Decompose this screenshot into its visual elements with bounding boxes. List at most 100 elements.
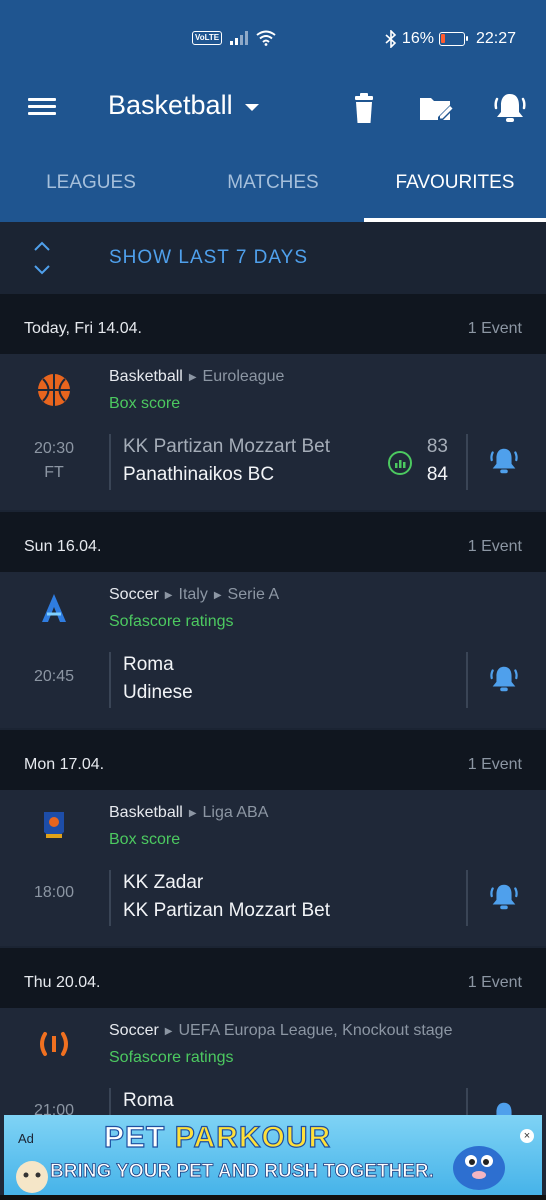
- sport-label: Soccer: [109, 586, 159, 603]
- tab-matches[interactable]: MATCHES: [182, 156, 364, 222]
- match-status: FT: [44, 464, 64, 481]
- bell-icon[interactable]: [487, 444, 521, 478]
- divider: [466, 870, 468, 926]
- battery-icon: [438, 32, 468, 46]
- date-label: Today, Fri 14.04.: [24, 320, 142, 337]
- event-count: 1 Event: [467, 538, 522, 555]
- bell-icon[interactable]: [487, 880, 521, 914]
- breadcrumb-arrow-icon: ▶: [164, 589, 173, 601]
- league-label[interactable]: Serie A: [228, 586, 280, 604]
- breadcrumb-arrow-icon: ▶: [213, 589, 222, 601]
- date-header: Mon 17.04. 1 Event: [0, 730, 546, 790]
- country-label[interactable]: Italy: [179, 586, 208, 604]
- system-nav-bar: [0, 1195, 546, 1200]
- tab-bar: LEAGUES MATCHES FAVOURITES: [0, 156, 546, 222]
- event-count: 1 Event: [467, 320, 522, 337]
- away-team: Panathinaikos BC: [123, 464, 275, 485]
- network-indicators: VoLTE: [192, 30, 276, 46]
- sport-selector[interactable]: Basketball: [108, 90, 259, 121]
- chevron-down-icon: [244, 104, 259, 111]
- bell-icon[interactable]: [487, 662, 521, 696]
- sport-label: Basketball: [109, 804, 183, 821]
- ratings-link[interactable]: Sofascore ratings: [109, 1049, 234, 1067]
- match-time: 18:00: [33, 884, 75, 901]
- divider: [109, 652, 111, 708]
- match-time: 20:45: [33, 668, 75, 685]
- status-right: 16% 22:27: [385, 30, 516, 48]
- close-icon[interactable]: ×: [520, 1129, 534, 1143]
- serie-a-logo-icon: [42, 594, 66, 622]
- ad-subtitle: BRING YOUR PET AND RUSH TOGETHER.: [50, 1161, 435, 1183]
- signal-icon: [230, 31, 249, 45]
- event-count: 1 Event: [467, 756, 522, 773]
- tab-leagues[interactable]: LEAGUES: [0, 156, 182, 222]
- date-label: Sun 16.04.: [24, 538, 102, 555]
- volte-badge: VoLTE: [192, 31, 223, 45]
- divider: [466, 652, 468, 708]
- show-last-days-button[interactable]: SHOW LAST 7 DAYS: [109, 247, 308, 269]
- away-score: 84: [426, 464, 448, 485]
- match-time: 20:30: [33, 440, 75, 457]
- stats-icon[interactable]: [387, 450, 413, 476]
- app-header: VoLTE 16% 22:27 Basketball LEAGUES MATCH…: [0, 0, 546, 222]
- ad-label: Ad: [18, 1131, 34, 1146]
- europa-league-logo-icon: [40, 1032, 68, 1056]
- date-label: Thu 20.04.: [24, 974, 101, 991]
- euroleague-logo-icon: [38, 374, 70, 406]
- notification-bell-icon[interactable]: [492, 90, 528, 126]
- edit-folder-icon[interactable]: [418, 90, 454, 126]
- event-card[interactable]: Basketball ▶ Liga ABA Box score 18:00 KK…: [0, 790, 546, 946]
- home-team: KK Zadar: [123, 872, 204, 893]
- away-team: KK Partizan Mozzart Bet: [123, 900, 330, 921]
- tab-favourites[interactable]: FAVOURITES: [364, 156, 546, 222]
- date-label: Mon 17.04.: [24, 756, 105, 773]
- bluetooth-icon: [385, 30, 397, 48]
- sport-label: Basketball: [109, 368, 183, 385]
- clock: 22:27: [475, 30, 516, 47]
- box-score-link[interactable]: Box score: [109, 395, 180, 413]
- date-header: Thu 20.04. 1 Event: [0, 948, 546, 1008]
- delete-icon[interactable]: [346, 90, 382, 126]
- home-score: 83: [426, 436, 448, 457]
- league-label[interactable]: Euroleague: [203, 368, 285, 386]
- league-label[interactable]: UEFA Europa League, Knockout stage: [179, 1022, 453, 1040]
- status-bar: VoLTE 16% 22:27: [0, 0, 546, 80]
- toolbar: Basketball: [0, 80, 546, 136]
- ad-character-icon: [453, 1146, 505, 1190]
- breadcrumb: Basketball ▶ Euroleague: [109, 368, 284, 386]
- event-count: 1 Event: [467, 974, 522, 991]
- divider: [109, 434, 111, 490]
- ratings-link[interactable]: Sofascore ratings: [109, 613, 234, 631]
- event-card[interactable]: Basketball ▶ Euroleague Box score 20:30 …: [0, 354, 546, 510]
- expand-arrows-icon: [34, 241, 50, 275]
- ad-title: PET PARKOUR: [103, 1120, 332, 1155]
- home-team: Roma: [123, 654, 174, 675]
- breadcrumb: Basketball ▶ Liga ABA: [109, 804, 268, 822]
- sport-label: Soccer: [109, 1022, 159, 1039]
- date-header: Sun 16.04. 1 Event: [0, 512, 546, 572]
- ad-title-parkour: PARKOUR: [174, 1120, 332, 1154]
- event-card[interactable]: Soccer ▶ Italy ▶ Serie A Sofascore ratin…: [0, 572, 546, 728]
- show-last-days-row[interactable]: SHOW LAST 7 DAYS: [0, 222, 546, 294]
- box-score-link[interactable]: Box score: [109, 831, 180, 849]
- breadcrumb-arrow-icon: ▶: [164, 1025, 173, 1037]
- ad-pet-icon: [16, 1161, 48, 1193]
- menu-icon[interactable]: [26, 94, 58, 120]
- divider: [466, 434, 468, 490]
- liga-aba-logo-icon: [44, 812, 64, 838]
- breadcrumb-arrow-icon: ▶: [188, 371, 197, 383]
- breadcrumb: Soccer ▶ UEFA Europa League, Knockout st…: [109, 1022, 452, 1040]
- league-label[interactable]: Liga ABA: [203, 804, 269, 822]
- divider: [109, 870, 111, 926]
- toolbar-title: Basketball: [108, 90, 233, 120]
- breadcrumb: Soccer ▶ Italy ▶ Serie A: [109, 586, 279, 604]
- home-team: Roma: [123, 1090, 174, 1111]
- wifi-icon: [256, 30, 276, 46]
- breadcrumb-arrow-icon: ▶: [188, 807, 197, 819]
- away-team: Udinese: [123, 682, 193, 703]
- battery-percent: 16%: [401, 30, 434, 47]
- home-team: KK Partizan Mozzart Bet: [123, 436, 330, 457]
- ad-banner[interactable]: Ad PET PARKOUR BRING YOUR PET AND RUSH T…: [4, 1115, 542, 1195]
- ad-title-pet: PET: [103, 1120, 166, 1154]
- app-root: VoLTE 16% 22:27 Basketball LEAGUES MATCH…: [0, 0, 546, 1200]
